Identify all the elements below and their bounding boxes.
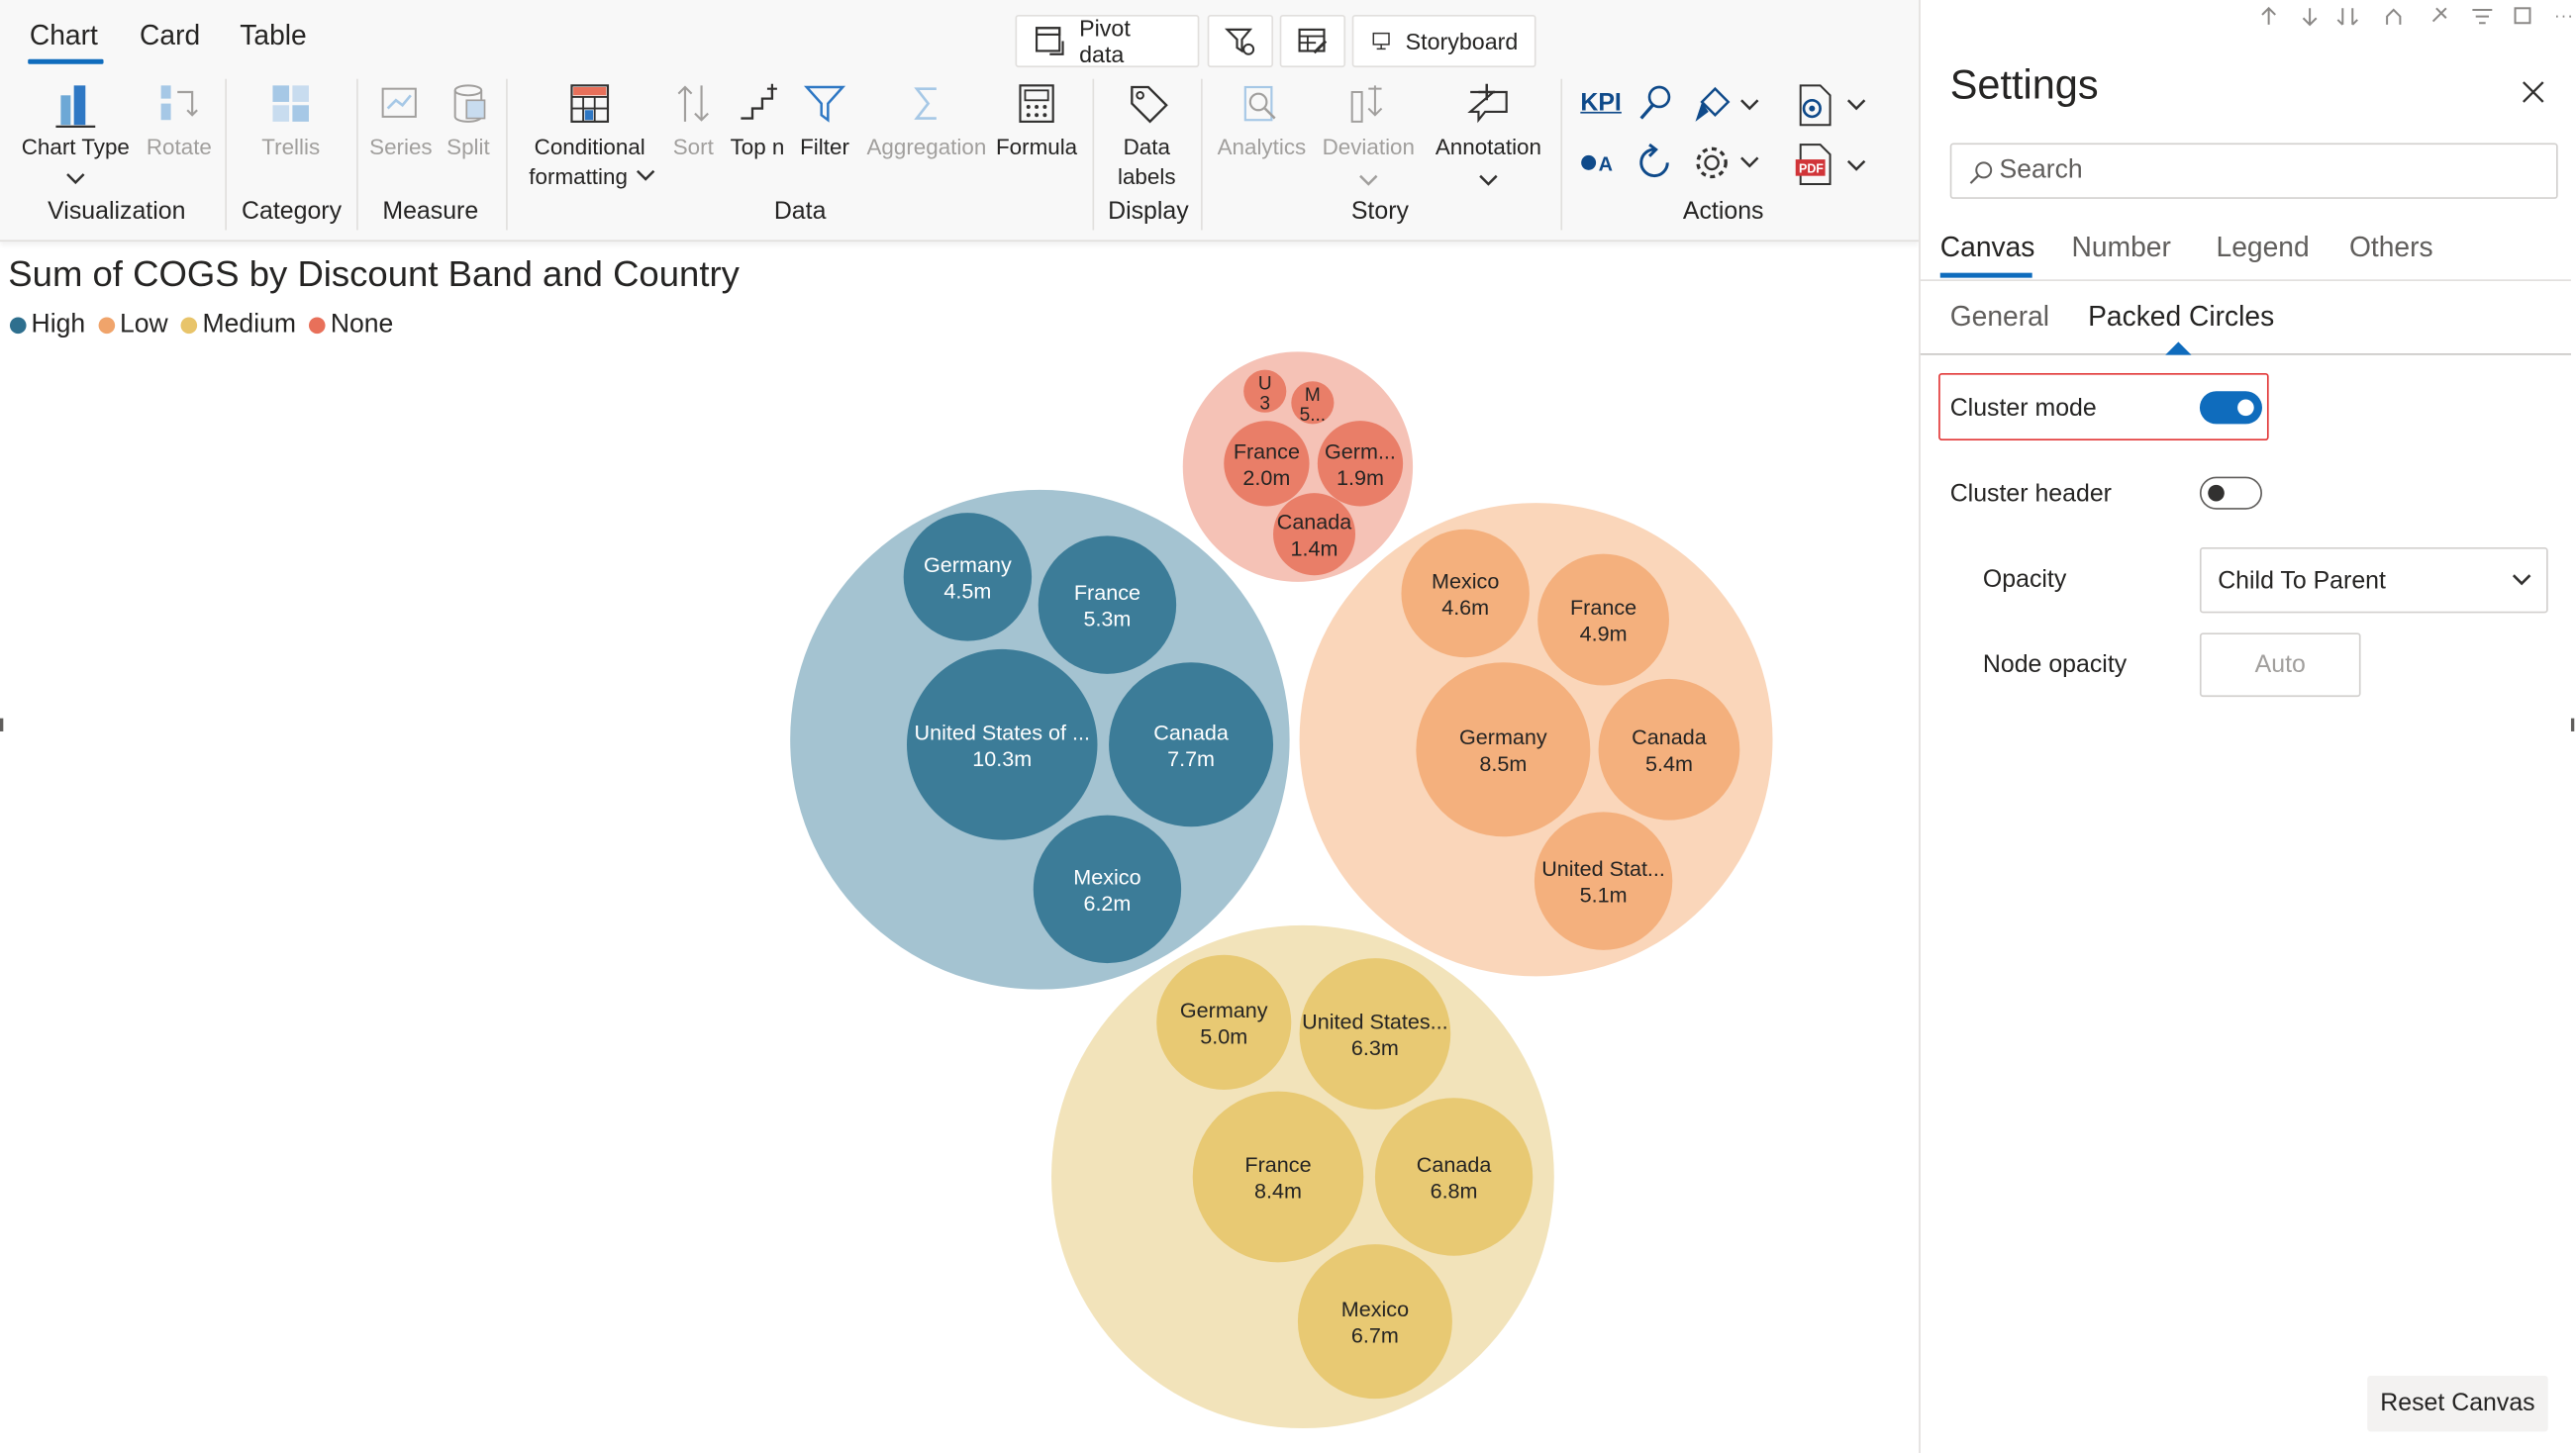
node-value-label: 6.8m [1431,1179,1478,1204]
node-value-label: 6.7m [1351,1323,1399,1348]
node-value-label: 8.4m [1254,1179,1302,1204]
node-bubble[interactable]: Canada7.7m [1109,662,1274,827]
node-value-label: 1.9m [1337,465,1384,490]
resize-handle-left[interactable] [0,718,4,731]
close-icon[interactable] [2519,77,2548,107]
cluster-header-label: Cluster header [1949,479,2112,509]
node-bubble[interactable]: France8.4m [1192,1091,1364,1263]
subtab-general[interactable]: General [1950,301,2049,334]
node-bubble[interactable]: United Stat...5.1m [1534,812,1673,950]
node-value-label: 6.2m [1083,891,1131,916]
node-value-label: 3 [1259,393,1270,414]
search-input[interactable]: Search [1949,143,2558,199]
cluster-mode-label: Cluster mode [1949,394,2097,423]
node-value-label: 4.9m [1580,622,1628,646]
chevron-down-icon [2512,574,2531,586]
cluster-mode-toggle[interactable] [2199,391,2262,425]
search-icon [1969,161,1993,184]
divider [1920,279,2571,281]
node-label: Germ... [1325,438,1396,463]
node-label: United States of ... [915,720,1090,744]
node-value-label: 8.5m [1479,751,1527,776]
node-label: United Stat... [1541,856,1665,881]
toggle-knob [2208,484,2225,501]
node-value-label: 10.3m [972,746,1032,771]
node-bubble[interactable]: France4.9m [1537,553,1669,686]
node-bubble[interactable]: United States of ...10.3m [906,648,1098,840]
node-value-label: 2.0m [1242,465,1290,490]
node-bubble[interactable]: France5.3m [1038,535,1177,674]
node-value-label: 5.4m [1645,751,1693,776]
node-opacity-input[interactable]: Auto [2199,632,2361,698]
node-label: France [1074,580,1140,605]
node-value-label: 7.7m [1167,746,1215,771]
cluster-high[interactable]: Germany4.5m France5.3mUnited States of ..… [790,489,1290,990]
node-label: Canada [1153,720,1229,744]
node-label: M [1305,385,1321,406]
reset-canvas-button[interactable]: Reset Canvas [2367,1375,2548,1432]
tab-number[interactable]: Number [2072,232,2171,264]
cluster-none[interactable]: U3 M5...France2.0mGerm...1.9mCanada1.4m [1182,351,1414,582]
node-label: France [1570,595,1636,620]
node-label: United States... [1302,1010,1447,1034]
node-bubble[interactable]: Canada6.8m [1374,1098,1534,1256]
tab-others[interactable]: Others [2349,232,2433,264]
node-bubble[interactable]: France2.0m [1224,421,1310,507]
node-bubble[interactable]: Germany4.5m [903,513,1033,641]
search-placeholder: Search [1999,155,2083,184]
tab-canvas-underline [1939,272,2032,278]
settings-pane: Settings Search Canvas Number Legend Oth… [1919,0,2576,1453]
node-bubble[interactable]: United States...6.3m [1299,958,1451,1110]
active-subtab-indicator-icon [2165,341,2192,355]
node-bubble[interactable]: Mexico6.7m [1297,1244,1452,1400]
node-value-label: 4.5m [943,578,991,603]
tab-legend[interactable]: Legend [2217,232,2310,264]
node-label: France [1244,1152,1311,1177]
subtab-packed-circles[interactable]: Packed Circles [2088,301,2274,334]
node-label: Mexico [1341,1297,1409,1321]
node-value-label: 5.0m [1200,1023,1247,1048]
node-label: Germany [924,552,1012,577]
cluster-header-toggle[interactable] [2199,476,2262,510]
window-controls [2261,6,2571,27]
node-label: U [1258,374,1272,395]
node-label: Canada [1417,1152,1492,1177]
toggle-knob [2237,399,2254,417]
opacity-select[interactable]: Child To Parent [2199,546,2548,614]
node-label: Mexico [1073,864,1140,889]
node-bubble[interactable]: Canada1.4m [1273,493,1356,576]
node-bubble[interactable]: Canada5.4m [1598,678,1740,821]
node-value-label: 1.4m [1291,535,1338,560]
opacity-select-value: Child To Parent [2218,566,2386,596]
node-opacity-label: Node opacity [1982,650,2128,679]
node-value-label: 4.6m [1441,595,1489,620]
node-label: Canada [1277,510,1352,534]
node-label: France [1234,438,1300,463]
tab-canvas[interactable]: Canvas [1940,232,2035,264]
cluster-low[interactable]: Mexico4.6m France4.9mGermany8.5mCanada5.4… [1299,503,1773,977]
node-label: Canada [1632,725,1707,749]
opacity-label: Opacity [1982,565,2067,594]
node-bubble[interactable]: Mexico4.6m [1401,529,1530,658]
node-label: Germany [1459,725,1547,749]
node-label: Germany [1180,998,1268,1022]
settings-title: Settings [1949,62,2099,109]
node-bubble[interactable]: Germany8.5m [1416,662,1591,837]
node-label: Mexico [1432,568,1499,593]
node-bubble[interactable]: Germany5.0m [1156,954,1292,1090]
node-bubble[interactable]: Germ...1.9m [1317,421,1404,507]
node-value-label: 5.1m [1580,883,1628,908]
divider [1920,353,2571,355]
node-value-label: 5... [1300,405,1327,426]
node-bubble[interactable]: Mexico6.2m [1033,815,1182,964]
packed-circles-chart: Germany4.5m France5.3mUnited States of ..… [790,351,1773,1429]
node-value-label: 5.3m [1083,607,1131,631]
node-value-label: 6.3m [1351,1035,1399,1060]
node-opacity-placeholder: Auto [2254,650,2306,679]
resize-handle-right[interactable] [2570,718,2575,731]
cluster-medium[interactable]: Germany5.0mUnited States...6.3mFrance8.4… [1051,924,1554,1429]
